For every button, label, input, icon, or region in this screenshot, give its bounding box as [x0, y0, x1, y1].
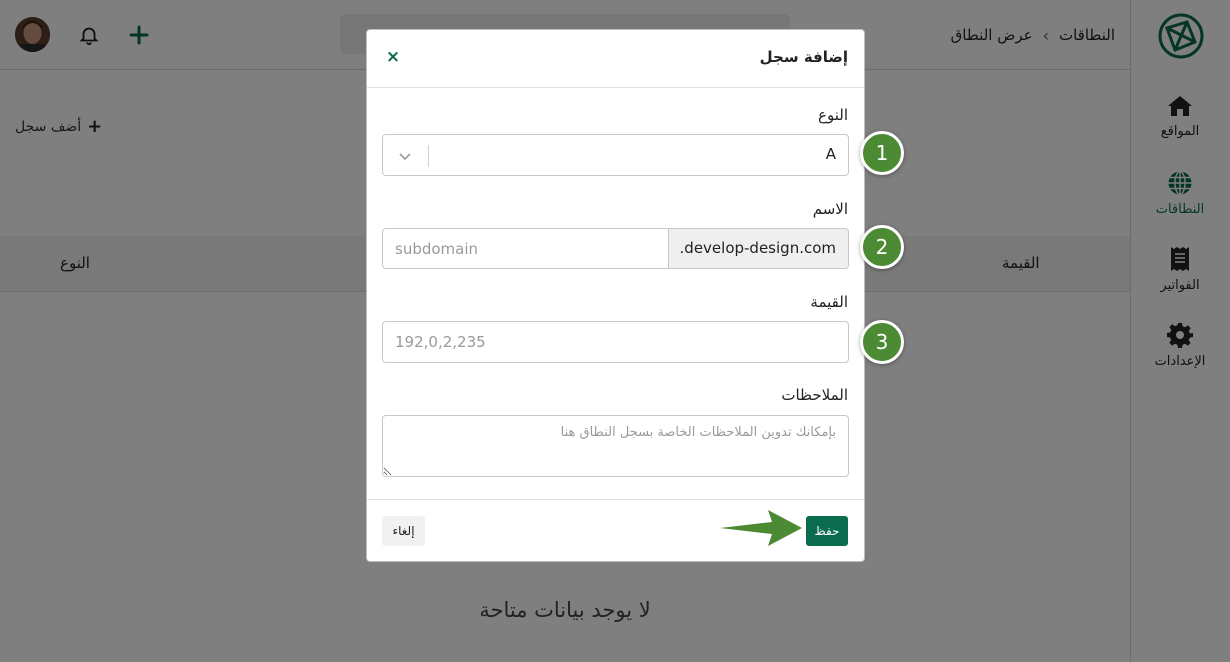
name-label: الاسم — [812, 200, 848, 218]
domain-suffix: .develop-design.com — [668, 229, 848, 268]
cancel-button[interactable]: إلغاء — [382, 516, 425, 546]
value-label: القيمة — [810, 293, 848, 311]
step-badge-1: 1 — [860, 131, 904, 175]
close-icon[interactable]: × — [383, 46, 403, 68]
step-badge-2: 2 — [860, 225, 904, 269]
record-type-select[interactable]: A — [382, 134, 849, 176]
arrow-right-icon — [720, 510, 802, 546]
save-button[interactable]: حفظ — [806, 516, 848, 546]
subdomain-input[interactable] — [383, 229, 668, 268]
dialog-header: إضافة سجل × — [367, 30, 864, 88]
name-input-group: .develop-design.com — [382, 228, 849, 269]
type-label: النوع — [818, 106, 848, 124]
step-badge-3: 3 — [860, 320, 904, 364]
notes-textarea[interactable] — [382, 415, 849, 477]
chevron-down-icon — [399, 153, 411, 161]
select-divider — [428, 145, 429, 167]
add-record-dialog: إضافة سجل × النوع A الاسم .develop-desig… — [366, 29, 865, 562]
notes-label: الملاحظات — [781, 386, 848, 404]
record-value-input[interactable] — [382, 321, 849, 363]
record-type-value: A — [825, 145, 836, 163]
dialog-title: إضافة سجل — [759, 48, 848, 66]
